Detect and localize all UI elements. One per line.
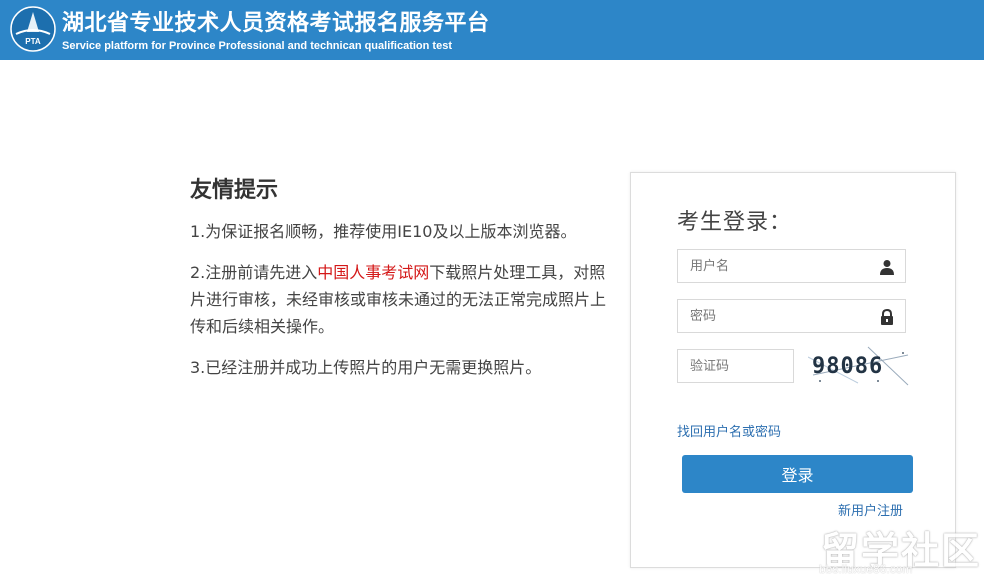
site-title: 湖北省专业技术人员资格考试报名服务平台 bbox=[62, 11, 490, 36]
site-header: PTA 湖北省专业技术人员资格考试报名服务平台 Service platform… bbox=[0, 0, 984, 60]
tip-item-2-prefix: 2.注册前请先进入 bbox=[190, 263, 318, 282]
watermark: 留学社区 bbs.liuxue86.com bbox=[815, 517, 979, 579]
cpta-link[interactable]: 中国人事考试网 bbox=[317, 263, 429, 282]
forgot-credentials-link[interactable]: 找回用户名或密码 bbox=[677, 421, 781, 440]
password-field-wrapper bbox=[677, 299, 906, 333]
password-input[interactable] bbox=[678, 300, 870, 332]
user-icon bbox=[880, 260, 894, 275]
watermark-url: bbs.liuxue86.com bbox=[819, 562, 913, 576]
captcha-field-wrapper bbox=[677, 349, 794, 383]
login-panel: 考生登录： 98086 找回用户名或密码 登录 新用户注册 bbox=[630, 172, 956, 568]
site-subtitle: Service platform for Province Profession… bbox=[62, 40, 452, 52]
username-field-wrapper bbox=[677, 249, 906, 283]
login-title: 考生登录： bbox=[677, 210, 793, 235]
captcha-image[interactable]: 98086 bbox=[808, 345, 912, 387]
friendly-tips: 友情提示 1.为保证报名顺畅，推荐使用IE10及以上版本浏览器。 2.注册前请先… bbox=[190, 172, 615, 395]
logo-text: PTA bbox=[25, 37, 41, 46]
tip-item-2: 2.注册前请先进入中国人事考试网下载照片处理工具，对照片进行审核，未经审核或审核… bbox=[190, 259, 615, 340]
pta-logo: PTA bbox=[10, 6, 56, 52]
captcha-code: 98086 bbox=[812, 354, 883, 379]
tip-item-1: 1.为保证报名顺畅，推荐使用IE10及以上版本浏览器。 bbox=[190, 222, 577, 241]
tips-heading: 友情提示 bbox=[190, 178, 279, 203]
lock-icon bbox=[881, 309, 893, 325]
login-button[interactable]: 登录 bbox=[682, 455, 913, 493]
username-input[interactable] bbox=[678, 250, 870, 282]
captcha-input[interactable] bbox=[678, 350, 790, 382]
tip-item-3: 3.已经注册并成功上传照片的用户无需更换照片。 bbox=[190, 358, 542, 377]
